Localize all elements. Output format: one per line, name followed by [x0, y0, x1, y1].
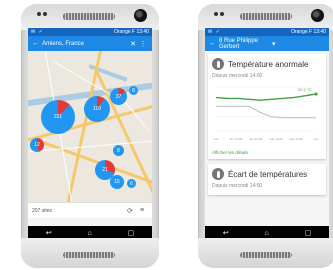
cluster-label: 21 [102, 167, 108, 173]
card-title: Écart de températures [228, 169, 308, 179]
card-title: Température anormale [228, 59, 309, 69]
close-icon[interactable]: ✕ [128, 40, 138, 48]
cluster-label: 221 [53, 114, 63, 120]
camera-icon [311, 9, 324, 22]
recents-icon[interactable]: ▢ [304, 229, 311, 237]
map-view[interactable]: 221 110 37 8 12 21 15 8 6 [28, 51, 152, 202]
phone-top-bezel [21, 4, 159, 30]
map-cluster[interactable]: 15 [110, 175, 124, 189]
status-bar: ✉ ✓ Orange F 13:40 [28, 28, 152, 36]
alert-card-deviation[interactable]: Écart de températures Depuis mercredi 14… [208, 164, 326, 195]
sensor-dot [220, 12, 224, 16]
screen-map: ✉ ✓ Orange F 13:40 ← Amiens, France ✕ ⋮ … [28, 28, 152, 240]
back-icon[interactable]: ↩ [46, 229, 52, 237]
cluster-label: 37 [115, 93, 122, 100]
details-link[interactable]: Afficher les détails [212, 150, 322, 155]
sensor-dot [214, 12, 218, 16]
back-icon[interactable]: ↩ [223, 229, 229, 237]
status-icons-left: ✉ ✓ [208, 29, 221, 35]
phone-top-bezel [198, 4, 333, 30]
app-bar-title: Amiens, France [42, 40, 85, 47]
map-cluster[interactable]: 221 [41, 100, 75, 134]
card-since: Depuis mercredi 14:00 [212, 73, 263, 79]
card-header: Température anormale [212, 58, 322, 70]
cluster-label: 6 [130, 180, 133, 187]
status-bar: ✉ ✓ Orange F 13:40 [205, 28, 329, 36]
app-bar: ← 8 Rue Philippe Gerbert ▾ [205, 36, 329, 51]
phone-frame-left: ✉ ✓ Orange F 13:40 ← Amiens, France ✕ ⋮ … [21, 4, 159, 268]
status-right: Orange F 13:40 [290, 29, 326, 35]
status-right: Orange F 13:40 [113, 29, 149, 35]
speaker-grill [240, 13, 292, 20]
x-tick-label: lun 14:00 [250, 137, 263, 141]
current-point [314, 92, 318, 96]
card-header: Écart de températures [212, 168, 322, 180]
alert-card-temperature[interactable]: Température anormale Depuis mercredi 14:… [208, 54, 326, 159]
cluster-label: 12 [34, 142, 40, 148]
speaker-grill [63, 13, 115, 20]
chevron-down-icon[interactable]: ▾ [272, 40, 325, 48]
x-tick-label: mer [313, 137, 318, 141]
screen-alerts: ✉ ✓ Orange F 13:40 ← 8 Rue Philippe Gerb… [205, 28, 329, 240]
x-tick-label: mar 14:00 [289, 137, 303, 141]
speaker-grill [240, 252, 292, 258]
phone-bottom-bezel [21, 238, 159, 268]
map-cluster[interactable]: 110 [84, 96, 110, 122]
phone-frame-right: ✉ ✓ Orange F 13:40 ← 8 Rue Philippe Gerb… [198, 4, 333, 268]
cluster-label: 8 [132, 87, 135, 94]
cluster-label: 110 [93, 106, 101, 112]
cluster-label: 15 [114, 179, 120, 185]
thermometer-icon [212, 58, 224, 70]
x-tick-label: mer [213, 137, 218, 141]
temperature-chart: 22.2 °C mer lun 14:00 lun 14:00 mar 14:00 mar… [213, 86, 319, 141]
map-cluster[interactable]: 12 [30, 138, 44, 152]
map-cluster[interactable]: 8 [129, 86, 138, 95]
map-cluster[interactable]: 37 [110, 88, 127, 105]
app-bar: ← Amiens, France ✕ ⋮ [28, 36, 152, 51]
thermometer-icon [212, 168, 224, 180]
app-bar-title[interactable]: 8 Rue Philippe Gerbert [219, 38, 272, 50]
home-icon[interactable]: ⌂ [265, 230, 269, 237]
status-icons-left: ✉ ✓ [31, 29, 44, 35]
map-footer: 207 sites ⟳ ≡ [28, 202, 152, 218]
map-cluster[interactable]: 6 [127, 179, 136, 188]
site-count: 207 sites [32, 207, 53, 214]
camera-icon [134, 9, 147, 22]
recents-icon[interactable]: ▢ [127, 229, 134, 237]
map-cluster[interactable]: 8 [113, 145, 124, 156]
cluster-label: 8 [117, 147, 120, 154]
arrow-left-icon[interactable]: ← [209, 40, 219, 47]
more-vert-icon[interactable]: ⋮ [138, 40, 148, 48]
filter-icon[interactable]: ≡ [136, 207, 148, 214]
phone-bottom-bezel [198, 238, 333, 268]
home-icon[interactable]: ⌂ [88, 230, 92, 237]
sensor-dot [43, 12, 47, 16]
x-tick-label: mar 14:00 [269, 137, 283, 141]
speaker-grill [63, 252, 115, 258]
x-tick-label: lun 14:00 [230, 137, 243, 141]
arrow-left-icon[interactable]: ← [32, 40, 42, 47]
series-line [215, 93, 317, 101]
refresh-icon[interactable]: ⟳ [124, 207, 136, 215]
card-since: Depuis mercredi 14:00 [212, 183, 263, 189]
current-value-label: 22.2 °C [298, 87, 311, 92]
sensor-dot [37, 12, 41, 16]
